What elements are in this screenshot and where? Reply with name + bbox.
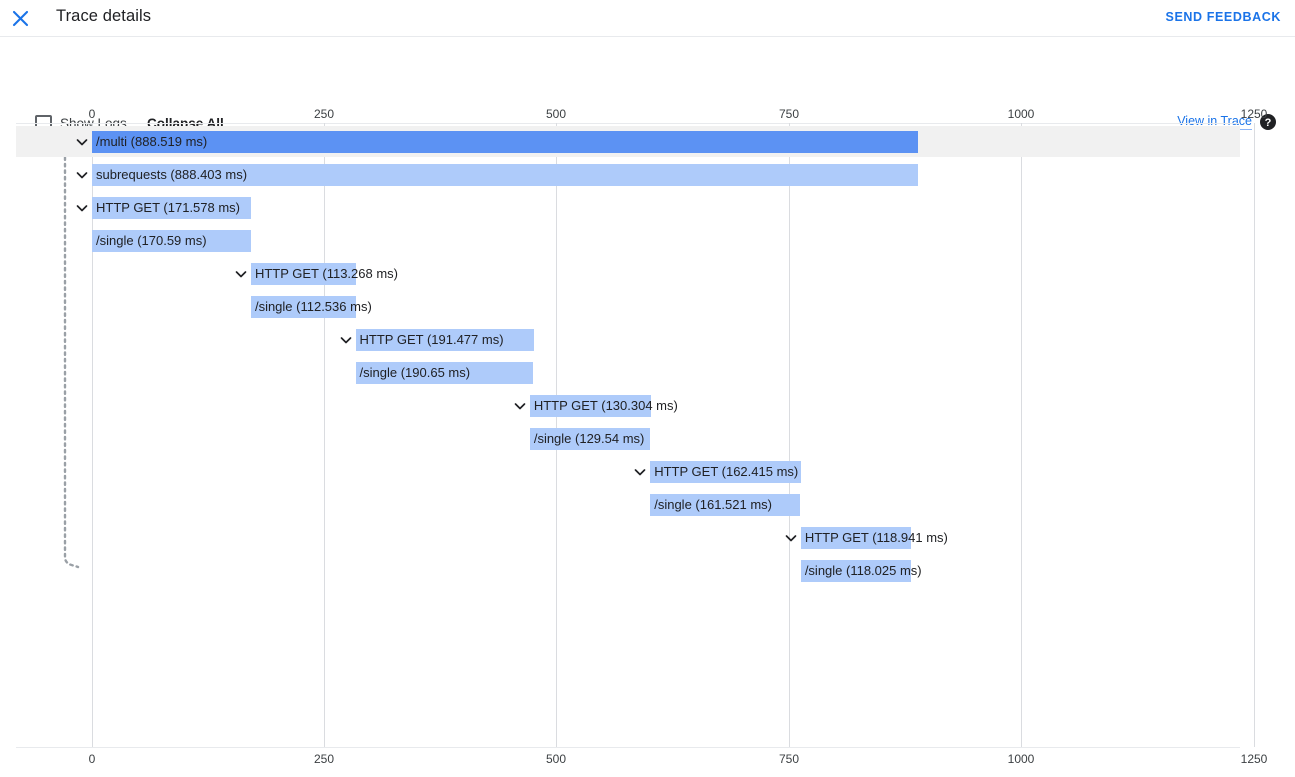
span-bar[interactable]	[92, 131, 918, 153]
chevron-down-icon[interactable]	[75, 168, 89, 182]
span-row[interactable]: /single (190.65 ms)	[0, 357, 1295, 390]
tick-label-top-1000: 1000	[1007, 107, 1035, 121]
span-row[interactable]: /single (170.59 ms)	[0, 225, 1295, 258]
tick-label-top-500: 500	[545, 107, 567, 121]
page-title: Trace details	[56, 7, 152, 25]
send-feedback-button[interactable]: SEND FEEDBACK	[1166, 10, 1281, 24]
axis-top-rule	[16, 123, 1240, 124]
span-row[interactable]: HTTP GET (113.268 ms)	[0, 258, 1295, 291]
tick-label-top-250: 250	[313, 107, 335, 121]
tick-label-top-1250: 1250	[1240, 107, 1268, 121]
tick-label-bottom-750: 750	[778, 752, 800, 766]
tick-label-top-0: 0	[88, 107, 96, 121]
tick-label-bottom-500: 500	[545, 752, 567, 766]
tick-label-top-750: 750	[778, 107, 800, 121]
span-row[interactable]: HTTP GET (191.477 ms)	[0, 324, 1295, 357]
span-row[interactable]: HTTP GET (171.578 ms)	[0, 192, 1295, 225]
span-bar[interactable]	[92, 197, 252, 219]
span-row[interactable]: /single (112.536 ms)	[0, 291, 1295, 324]
tick-label-bottom-1250: 1250	[1240, 752, 1268, 766]
app-header: Trace details SEND FEEDBACK	[0, 0, 1295, 37]
span-bar[interactable]	[92, 164, 918, 186]
chevron-down-icon[interactable]	[339, 333, 353, 347]
span-bar[interactable]	[800, 560, 911, 582]
trace-waterfall-chart: 0 250 500 750 1000 1250 0 250 500 750 1000 1250 /m…	[0, 100, 1295, 777]
span-bar[interactable]	[529, 428, 651, 450]
span-bar[interactable]	[650, 461, 802, 483]
span-bar[interactable]	[800, 527, 912, 549]
span-row[interactable]: subrequests (888.403 ms)	[0, 159, 1295, 192]
chevron-down-icon[interactable]	[513, 399, 527, 413]
span-row[interactable]: /multi (888.519 ms)	[0, 126, 1295, 159]
span-bar[interactable]	[650, 494, 801, 516]
span-row[interactable]: /single (118.025 ms)	[0, 555, 1295, 588]
span-bar[interactable]	[250, 296, 356, 318]
span-row[interactable]: HTTP GET (118.941 ms)	[0, 522, 1295, 555]
chevron-down-icon[interactable]	[234, 267, 248, 281]
chevron-down-icon[interactable]	[75, 135, 89, 149]
span-bar[interactable]	[355, 362, 533, 384]
span-bar[interactable]	[529, 395, 651, 417]
span-row[interactable]: /single (129.54 ms)	[0, 423, 1295, 456]
span-row[interactable]: HTTP GET (130.304 ms)	[0, 390, 1295, 423]
tick-label-bottom-1000: 1000	[1007, 752, 1035, 766]
toolbar: Show Logs Collapse All View in Trace ?	[0, 37, 1295, 132]
span-bar[interactable]	[250, 263, 357, 285]
span-bar[interactable]	[92, 230, 251, 252]
chevron-down-icon[interactable]	[75, 201, 89, 215]
close-icon[interactable]	[10, 8, 31, 29]
span-row[interactable]: HTTP GET (162.415 ms)	[0, 456, 1295, 489]
chevron-down-icon[interactable]	[633, 465, 647, 479]
chevron-down-icon[interactable]	[784, 531, 798, 545]
axis-bottom-rule	[16, 747, 1240, 748]
span-row[interactable]: /single (161.521 ms)	[0, 489, 1295, 522]
tick-label-bottom-250: 250	[313, 752, 335, 766]
tick-label-bottom-0: 0	[88, 752, 96, 766]
span-bar[interactable]	[355, 329, 534, 351]
